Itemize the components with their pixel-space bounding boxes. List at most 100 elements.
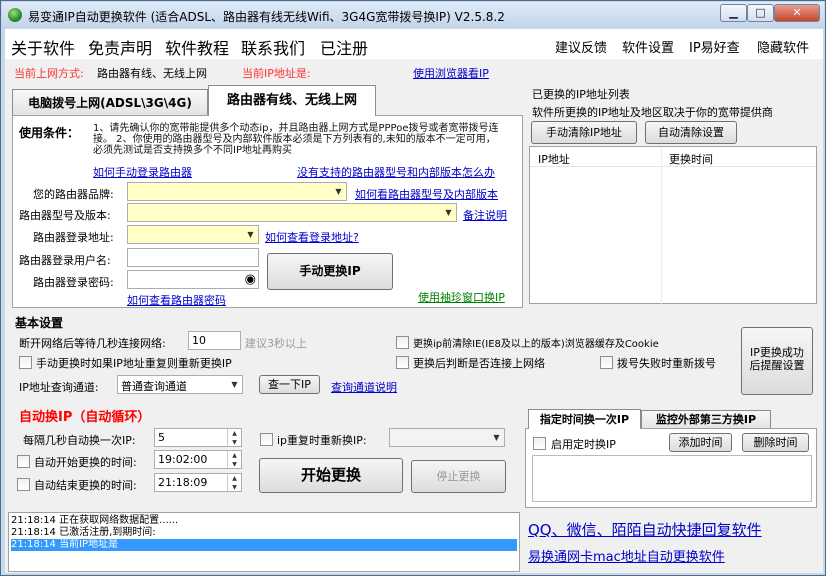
- close-button[interactable]: ✕: [774, 4, 820, 22]
- brand-label: 您的路由器品牌:: [33, 188, 114, 201]
- history-note: 软件所更换的IP地址及地区取决于你的宽带提供商: [532, 106, 773, 119]
- tab-monitor[interactable]: 监控外部第三方换IP: [641, 410, 771, 429]
- app-window: 易变通IP自动更换软件 (适合ADSL、路由器有线无线Wifi、3G4G宽带拨号…: [0, 0, 826, 576]
- model-label: 路由器型号及版本:: [19, 209, 111, 222]
- spinner-arrows-icon[interactable]: ▲ ▼: [227, 451, 241, 468]
- interval-spinner[interactable]: 5 ▲ ▼: [154, 428, 242, 447]
- chevron-down-icon: ▼: [247, 230, 254, 239]
- log-line: 21:18:14 正在获取网络数据配置......: [11, 515, 179, 526]
- minimize-button[interactable]: ▁: [720, 4, 747, 22]
- browser-ip-link[interactable]: 使用浏览器看IP: [413, 65, 489, 81]
- tab-dialup[interactable]: 电脑拨号上网(ADSL\3G\4G): [12, 89, 208, 115]
- login-addr-link[interactable]: 如何查看登录地址?: [265, 229, 359, 245]
- title-bar[interactable]: 易变通IP自动更换软件 (适合ADSL、路由器有线无线Wifi、3G4G宽带拨号…: [2, 2, 824, 28]
- router-panel: 使用条件： 1、请先确认你的宽带能提供多个动态ip，并且路由器上网方式是PPPo…: [12, 115, 523, 308]
- log-line-selected: 21:18:14 当前IP地址是: [11, 539, 517, 551]
- query-channel-link[interactable]: 查询通道说明: [331, 379, 397, 395]
- ad-auto-reply-link[interactable]: QQ、微信、陌陌自动快捷回复软件: [528, 519, 762, 540]
- repeat-change-checkbox[interactable]: [19, 356, 32, 369]
- menu-hide[interactable]: 隐藏软件: [757, 37, 809, 56]
- add-time-button[interactable]: 添加时间: [669, 433, 732, 452]
- menu-about[interactable]: 关于软件: [11, 35, 75, 59]
- basic-settings-title: 基本设置: [15, 316, 64, 330]
- interval-label: 每隔几秒自动换一次IP:: [23, 434, 136, 447]
- schedule-enable-label[interactable]: 启用定时换IP: [551, 436, 616, 452]
- schedule-enable-checkbox[interactable]: [533, 437, 546, 450]
- schedule-list[interactable]: [532, 455, 812, 502]
- tab-schedule[interactable]: 指定时间换一次IP: [528, 409, 641, 429]
- check-net-label[interactable]: 更换后判断是否连接上网络: [413, 355, 545, 371]
- ad-mac-changer-link[interactable]: 易换通网卡mac地址自动更换软件: [528, 546, 725, 565]
- password-label: 路由器登录密码:: [33, 276, 114, 289]
- stop-change-button[interactable]: 停止更换: [411, 460, 506, 493]
- repeat-change-label[interactable]: 手动更换时如果IP地址重复则重新更换IP: [36, 355, 232, 371]
- check-net-checkbox[interactable]: [396, 356, 409, 369]
- reconnect-input[interactable]: 10: [188, 331, 241, 350]
- start-change-button[interactable]: 开始更换: [259, 458, 403, 493]
- menu-feedback[interactable]: 建议反馈: [555, 37, 607, 56]
- model-select[interactable]: ▼: [127, 203, 457, 222]
- maximize-button[interactable]: □: [747, 4, 774, 22]
- chevron-down-icon: ▼: [445, 208, 452, 217]
- menu-registered[interactable]: 已注册: [320, 35, 368, 59]
- query-channel-value: 普通查询通道: [121, 380, 187, 393]
- clear-ie-checkbox[interactable]: [396, 336, 409, 349]
- reconnect-hint: 建议3秒以上: [245, 337, 307, 350]
- window-title: 易变通IP自动更换软件 (适合ADSL、路由器有线无线Wifi、3G4G宽带拨号…: [28, 10, 505, 24]
- log-panel[interactable]: 21:18:14 正在获取网络数据配置...... 21:18:14 已激活注册…: [8, 512, 520, 572]
- col-time[interactable]: 更换时间: [669, 151, 713, 167]
- remind-settings-button[interactable]: IP更换成功后提醒设置: [741, 327, 813, 395]
- auto-change-title: 自动换IP（自动循环）: [19, 410, 151, 425]
- query-channel-select[interactable]: 普通查询通道 ▼: [117, 375, 243, 394]
- router-password-link[interactable]: 如何查看路由器密码: [127, 292, 226, 308]
- start-time-picker[interactable]: 19:02:00 ▲ ▼: [154, 450, 242, 469]
- repeat-ip-label[interactable]: ip重复时重新换IP:: [277, 432, 367, 448]
- current-ip-label: 当前IP地址是:: [242, 67, 311, 80]
- spinner-arrows-icon[interactable]: ▲ ▼: [227, 429, 241, 446]
- unsupported-router-link[interactable]: 没有支持的路由器型号和内部版本怎么办: [297, 164, 495, 180]
- menu-ip-lookup[interactable]: IP易好查: [689, 37, 740, 56]
- manual-login-link[interactable]: 如何手动登录路由器: [93, 164, 192, 180]
- chevron-down-icon: ▼: [335, 187, 342, 196]
- menu-settings[interactable]: 软件设置: [622, 37, 674, 56]
- password-input[interactable]: ◉: [127, 270, 259, 289]
- username-input[interactable]: [127, 248, 259, 267]
- clear-ip-button[interactable]: 手动清除IP地址: [531, 121, 637, 144]
- column-divider: [661, 147, 662, 305]
- auto-end-checkbox[interactable]: [17, 478, 30, 491]
- redial-label[interactable]: 拨号失败时重新拨号: [617, 355, 716, 371]
- conditions-text: 1、请先确认你的宽带能提供多个动态ip，并且路由器上网方式是PPPoe拨号或者宽…: [93, 123, 499, 156]
- brand-select[interactable]: ▼: [127, 182, 347, 201]
- auto-end-label[interactable]: 自动结束更换的时间:: [34, 477, 137, 493]
- conditions-label: 使用条件：: [19, 126, 80, 140]
- login-addr-select[interactable]: ▼: [127, 225, 259, 244]
- menu-tutorial[interactable]: 软件教程: [165, 35, 229, 59]
- query-label: IP地址查询通道:: [19, 381, 99, 394]
- spinner-arrows-icon[interactable]: ▲ ▼: [227, 474, 241, 491]
- auto-start-label[interactable]: 自动开始更换的时间:: [34, 454, 137, 470]
- end-time-picker[interactable]: 21:18:09 ▲ ▼: [154, 473, 242, 492]
- col-ip[interactable]: IP地址: [538, 151, 570, 167]
- eye-icon[interactable]: ◉: [245, 272, 256, 287]
- auto-start-checkbox[interactable]: [17, 455, 30, 468]
- menu-contact[interactable]: 联系我们: [241, 35, 305, 59]
- net-mode-label: 当前上网方式:: [14, 67, 84, 80]
- check-ip-button[interactable]: 查一下IP: [259, 375, 320, 394]
- chevron-down-icon: ▼: [493, 433, 500, 442]
- tab-router[interactable]: 路由器有线、无线上网: [208, 85, 376, 116]
- router-model-link[interactable]: 如何看路由器型号及内部版本: [355, 186, 498, 202]
- note-link[interactable]: 备注说明: [463, 207, 507, 223]
- delete-time-button[interactable]: 删除时间: [742, 433, 809, 452]
- redial-checkbox[interactable]: [600, 356, 613, 369]
- repeat-ip-checkbox[interactable]: [260, 433, 273, 446]
- small-window-link[interactable]: 使用袖珍窗口换IP: [418, 289, 505, 305]
- interval-value: 5: [158, 431, 165, 444]
- repeat-ip-select[interactable]: ▼: [389, 428, 505, 447]
- manual-change-button[interactable]: 手动更换IP: [267, 253, 393, 290]
- menu-disclaimer[interactable]: 免责声明: [88, 35, 152, 59]
- clear-ie-label[interactable]: 更换ip前清除IE(IE8及以上的版本)浏览器缓存及Cookie: [413, 335, 659, 350]
- ip-history-list[interactable]: IP地址 更换时间: [529, 146, 817, 305]
- auto-clear-button[interactable]: 自动清除设置: [645, 121, 737, 144]
- net-mode-value: 路由器有线、无线上网: [97, 67, 207, 80]
- client-area: 关于软件 免责声明 软件教程 联系我们 已注册 建议反馈 软件设置 IP易好查 …: [5, 29, 823, 573]
